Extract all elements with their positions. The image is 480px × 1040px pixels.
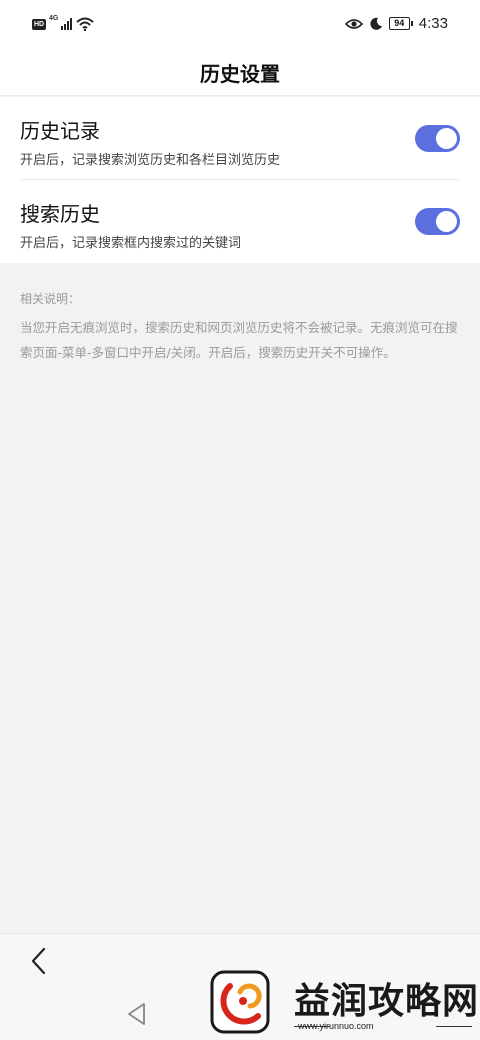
watermark-url: www.yirunnuo.com — [298, 1021, 374, 1031]
setting-description: 开启后，记录搜索框内搜索过的关键词 — [20, 236, 242, 251]
setting-title: 历史记录 — [20, 119, 100, 143]
setting-row-search-history[interactable]: 搜索历史 开启后，记录搜索框内搜索过的关键词 — [20, 182, 460, 262]
notes-section: 相关说明： 当您开启无痕浏览时，搜索历史和网页浏览历史将不会被记录。无痕浏览可在… — [0, 263, 480, 933]
watermark-rule-right — [436, 1026, 472, 1027]
setting-title: 搜索历史 — [20, 202, 100, 226]
status-bar-right: 94 4:33 — [344, 15, 448, 32]
page-title: 历史设置 — [200, 62, 280, 86]
signal-icon — [61, 18, 73, 30]
toggle-knob — [436, 211, 457, 232]
network-type-label: 4G — [49, 15, 59, 22]
hd-icon: HD — [32, 18, 46, 30]
status-time: 4:33 — [418, 15, 448, 32]
status-bar: HD 4G 94 4:33 — [0, 0, 480, 50]
home-triangle-icon[interactable] — [124, 1000, 150, 1028]
divider — [20, 179, 460, 180]
notes-title: 相关说明： — [20, 292, 81, 306]
search-history-toggle[interactable] — [415, 208, 460, 235]
notes-body: 当您开启无痕浏览时，搜索历史和网页浏览历史将不会被记录。无痕浏览可在搜索页面-菜… — [20, 320, 458, 360]
toggle-knob — [436, 128, 457, 149]
status-bar-left: HD 4G — [32, 15, 95, 31]
header: 历史设置 — [0, 50, 480, 96]
battery-level: 94 — [388, 17, 410, 30]
wifi-icon — [76, 17, 95, 31]
settings-list: 历史记录 开启后，记录搜索浏览历史和各栏目浏览历史 搜索历史 开启后，记录搜索框… — [0, 97, 480, 263]
history-toggle[interactable] — [415, 125, 460, 152]
setting-description: 开启后，记录搜索浏览历史和各栏目浏览历史 — [20, 153, 281, 168]
back-icon[interactable] — [26, 946, 52, 976]
setting-row-history[interactable]: 历史记录 开启后，记录搜索浏览历史和各栏目浏览历史 — [20, 99, 460, 179]
eye-icon — [344, 18, 363, 29]
moon-icon — [370, 17, 382, 30]
watermark-logo-icon — [210, 970, 270, 1034]
battery-icon: 94 — [388, 17, 413, 30]
watermark: 益润攻略网 www.yirunnuo.com — [210, 968, 480, 1040]
watermark-text: 益润攻略网 — [294, 981, 480, 1022]
battery-tip — [410, 21, 413, 26]
